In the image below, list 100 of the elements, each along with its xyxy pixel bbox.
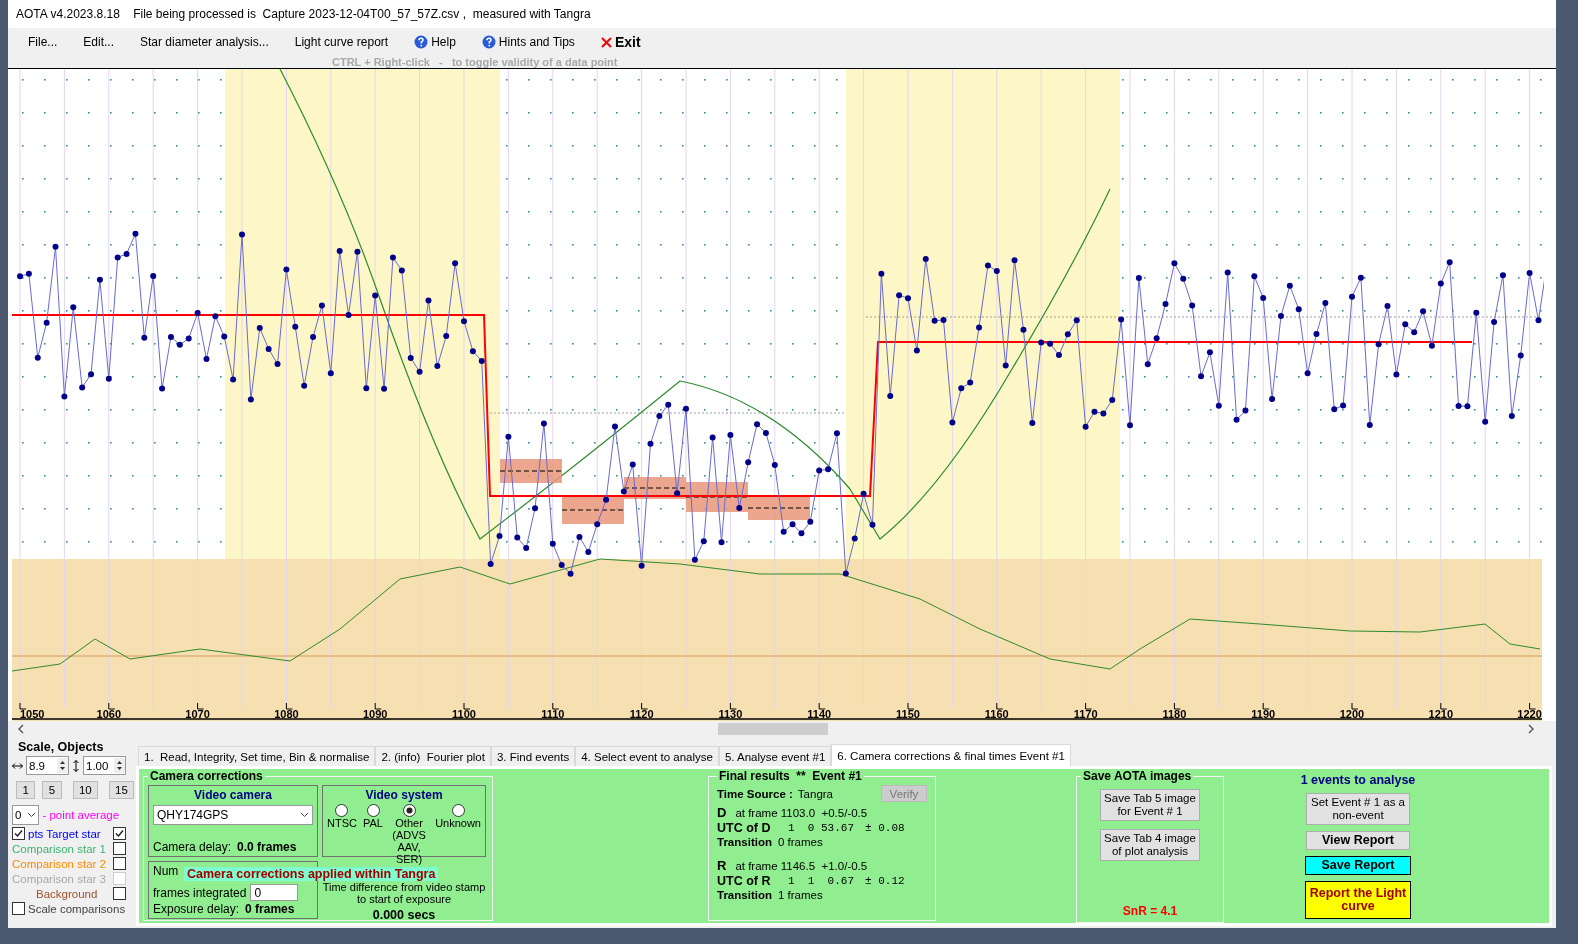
menu-item[interactable]: File... [22,33,64,52]
save-image-button[interactable]: Save Tab 5 image for Event # 1 [1100,789,1200,821]
menu-item[interactable]: Hints and Tips [475,33,581,52]
spinner-arrows-icon[interactable] [57,758,68,773]
axis-label: 1170 [1073,708,1098,721]
field-value: 0 frames [777,836,823,848]
tick-mark [1173,702,1181,710]
tick-mark [1085,702,1093,710]
tab[interactable]: 3. Find events [490,746,576,766]
report-button[interactable]: Report the Light curve [1305,881,1411,919]
axis-label: 1100 [452,708,476,721]
menu-item[interactable]: Help [408,33,462,52]
field-label: Transition [717,889,772,901]
hint-text: CTRL + Right-click - to toggle validity of a data point [332,56,619,69]
help-icon [481,35,496,50]
scale-button[interactable]: 15 [108,781,134,799]
x-scale-spinner[interactable]: 8.9 [26,756,69,775]
field-label: Transition [717,836,772,848]
panel-title: Scale, Objects [18,740,105,754]
tab[interactable]: 4. Select event to analyse [575,746,719,766]
group-title: Camera corrections [149,769,264,783]
tick-mark [1529,702,1537,710]
radio-icon[interactable] [366,804,380,817]
scale-button[interactable]: 5 [42,781,62,799]
tick-mark [374,702,382,710]
radio-icon[interactable] [402,804,416,817]
radio-option[interactable]: NTSC [327,804,357,865]
checkbox[interactable] [12,827,25,840]
field-value: 1 0 53.67 [788,822,854,834]
radio-option[interactable]: Other (ADVS AAV, SER) [389,804,430,865]
events-count: 1 events to analyse [1300,773,1416,787]
notice-banner: Camera corrections applied within Tangra [184,867,439,881]
tab[interactable]: 6. Camera corrections & final times Event #1 [831,744,1071,766]
field-value: 0.0 frames [237,840,297,854]
tab[interactable]: 2. (info) Fourier plot [375,746,491,766]
menu-item[interactable]: Edit... [77,33,121,52]
field-label: UTC of R [717,874,772,888]
star-label: Comparison star 3 [12,872,106,885]
exit-button[interactable]: Exit [594,32,647,53]
checkbox[interactable] [113,842,126,855]
field-value: 1 1 0.67 [788,875,854,887]
scrollbar-thumb[interactable] [718,722,828,735]
vertical-arrows-icon [72,759,80,772]
axis-label: 1060 [96,708,122,721]
scale-button[interactable]: 1 [16,781,36,799]
edge-label: D [717,805,727,820]
tick-mark [1351,702,1359,710]
tick-mark [552,702,560,710]
axis-label: 1070 [185,708,210,721]
checkbox[interactable] [12,902,25,915]
tick-mark [641,702,649,710]
error-box [499,459,563,484]
group-title: Final results ** Event #1 [718,769,863,783]
frames-dropdown[interactable]: 0 [250,884,299,901]
tick-mark [1440,702,1448,710]
axis-label: 1090 [362,708,388,721]
menu-item[interactable]: Star diameter analysis... [134,33,275,52]
field-label: Exposure delay: [153,902,240,916]
tick-mark [907,702,915,710]
edge-label: R [717,858,727,873]
tick-mark [19,702,27,710]
menu-item[interactable]: Light curve report [288,33,395,52]
radio-icon[interactable] [335,804,349,817]
average-dropdown[interactable]: 0 [12,805,40,825]
scale-button[interactable]: 10 [72,781,98,799]
field-value: 0 frames [245,902,295,916]
group-title: Save AOTA images [1082,769,1193,783]
checkbox[interactable] [113,887,126,900]
save-image-button[interactable]: Save Tab 4 image of plot analysis [1100,829,1200,861]
checkbox[interactable] [113,827,126,840]
field-value: ± 0.08 [865,822,905,834]
tab[interactable]: 1. Read, Integrity, Set time, Bin & normalise [138,746,376,766]
save-report-button[interactable]: Save Report [1305,856,1411,875]
radio-option[interactable]: PAL [363,804,383,865]
axis-label: 1110 [541,708,565,721]
axis-label: 1180 [1162,708,1187,721]
radio-option[interactable]: Unknown [435,804,481,865]
tick-mark [996,702,1004,710]
field-label: Time Source : [717,787,793,800]
camera-dropdown[interactable]: QHY174GPS [153,805,313,825]
radio-icon[interactable] [451,804,465,817]
axis-label: 1190 [1251,708,1276,721]
axis-label: 1140 [807,708,832,721]
field-label: UTC of D [717,821,772,835]
y-scale-spinner[interactable]: 1.00 [83,756,126,775]
field-value: at frame 1146.5 +1.0/-0.5 [735,859,868,872]
axis-label: 1160 [984,708,1009,721]
axis-label: 1220 [1517,708,1542,721]
caret-icon [300,812,309,818]
tab[interactable]: 5. Analyse event #1 [718,746,832,766]
view-report-button[interactable]: View Report [1306,831,1410,850]
field-label: Camera delay: [153,840,232,854]
section-title: Video camera [193,788,273,802]
help-icon [414,35,429,50]
non-event-button[interactable]: Set Event # 1 as a non-event [1306,793,1410,825]
spinner-arrows-icon[interactable] [114,758,125,773]
checkbox[interactable] [113,857,126,870]
field-label: Num [153,864,179,878]
axis-label: 1210 [1428,708,1454,721]
snr-value: SnR = 4.1 [1122,904,1178,918]
